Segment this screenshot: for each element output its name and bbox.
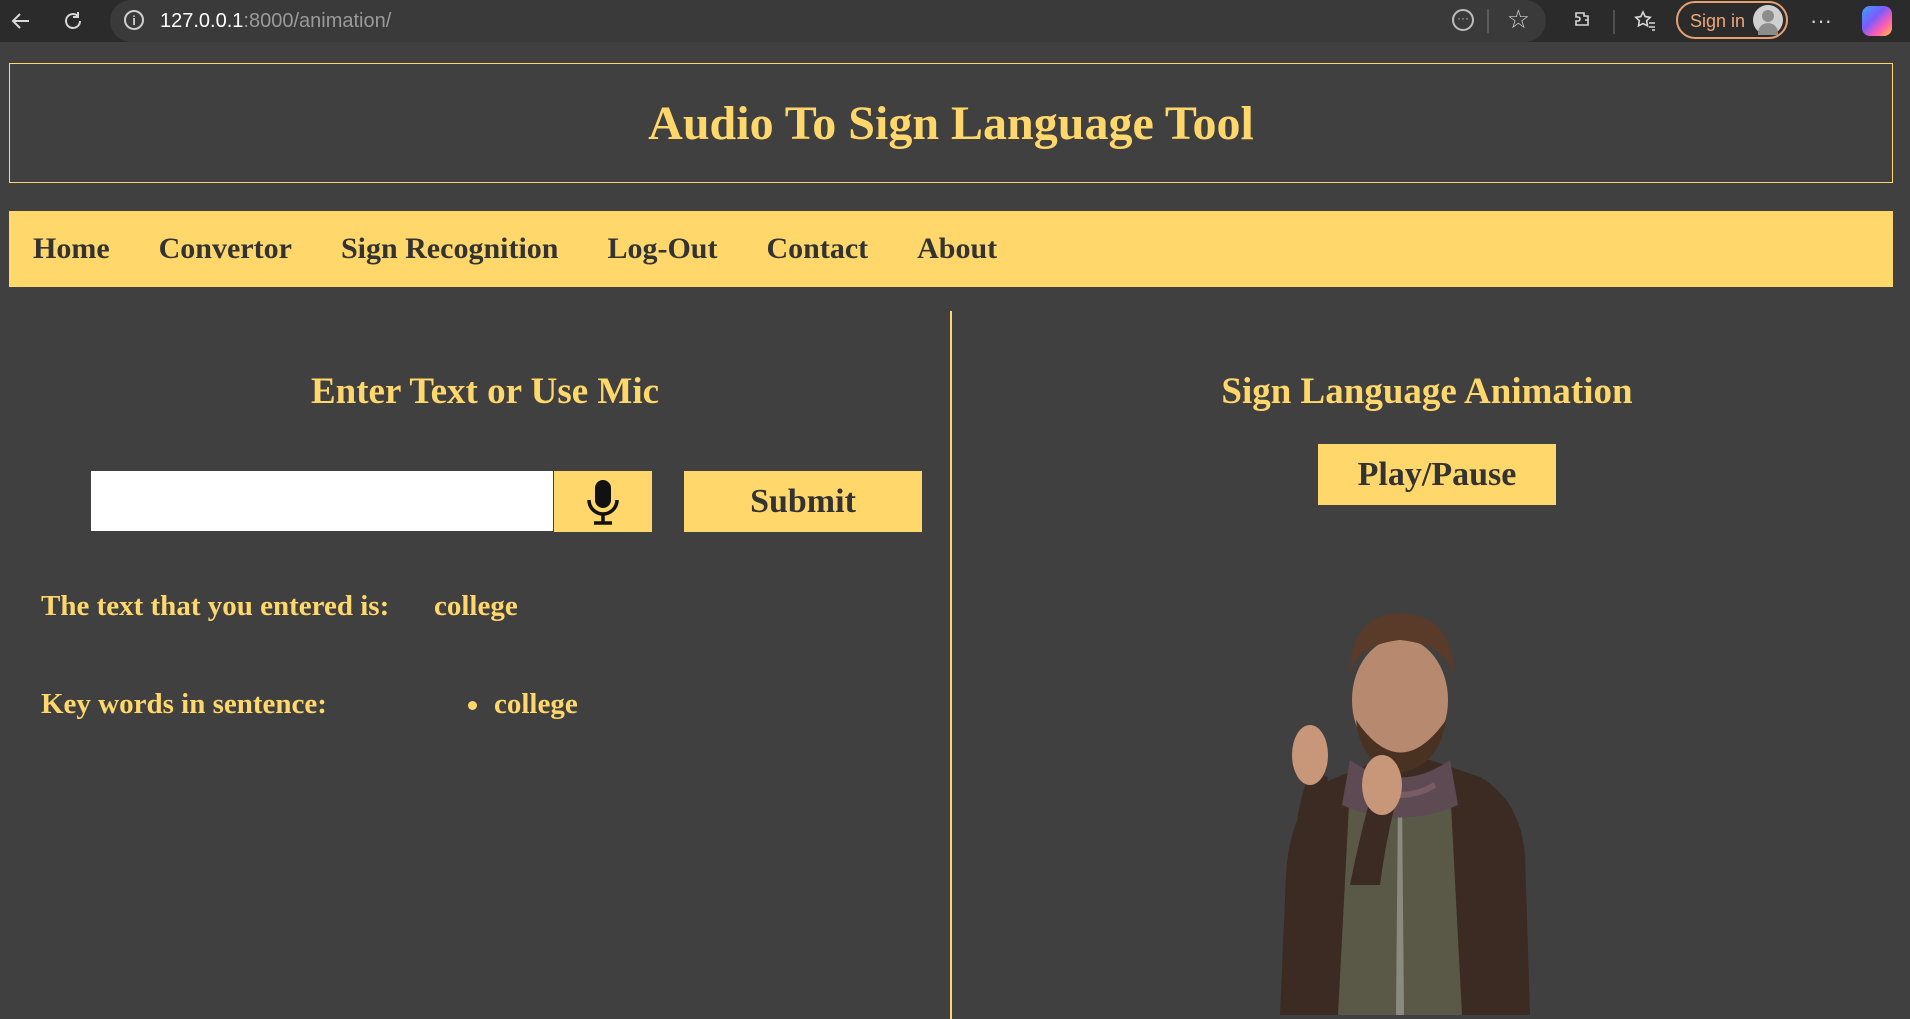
profile-avatar-icon <box>1753 5 1783 35</box>
nav-home[interactable]: Home <box>33 232 110 266</box>
column-divider <box>950 311 952 1019</box>
back-icon[interactable] <box>6 6 36 36</box>
entered-text-label: The text that you entered is: <box>41 590 390 622</box>
browser-toolbar: i 127.0.0.1:8000/animation/ ··· ☆ Sign i… <box>0 0 1910 42</box>
extensions-icon[interactable] <box>1569 6 1599 36</box>
mic-button[interactable] <box>554 471 652 532</box>
address-separator <box>1487 9 1489 33</box>
nav-contact[interactable]: Contact <box>766 232 868 266</box>
nav-convertor[interactable]: Convertor <box>159 232 292 266</box>
favorites-icon[interactable] <box>1630 6 1660 36</box>
nav-sign-recognition[interactable]: Sign Recognition <box>341 232 559 266</box>
site-info-icon[interactable]: i <box>124 10 144 30</box>
toolbar-separator <box>1613 10 1615 34</box>
play-pause-button[interactable]: Play/Pause <box>1318 444 1556 505</box>
keywords-label: Key words in sentence: <box>41 688 327 720</box>
sign-in-button[interactable]: Sign in <box>1676 1 1788 39</box>
sign-in-label: Sign in <box>1690 11 1746 31</box>
keywords-list: college <box>466 688 578 721</box>
submit-button[interactable]: Submit <box>684 471 922 532</box>
header-banner: Audio To Sign Language Tool <box>9 63 1893 183</box>
page-title: Audio To Sign Language Tool <box>648 96 1254 150</box>
keyword-item: college <box>466 688 578 721</box>
copilot-icon[interactable] <box>1862 6 1892 36</box>
address-bar[interactable]: i 127.0.0.1:8000/animation/ ··· ☆ <box>110 0 1546 42</box>
input-section-title: Enter Text or Use Mic <box>310 371 660 412</box>
favorite-star-icon[interactable]: ☆ <box>1507 4 1530 35</box>
more-menu-icon[interactable]: ··· <box>1806 6 1836 36</box>
sign-animation-video[interactable] <box>1200 555 1600 1015</box>
microphone-icon <box>587 479 619 525</box>
reload-icon[interactable] <box>58 6 88 36</box>
animation-section-title: Sign Language Animation <box>1221 371 1633 412</box>
nav-log-out[interactable]: Log-Out <box>607 232 717 266</box>
more-tools-icon[interactable]: ··· <box>1452 9 1474 31</box>
url-text[interactable]: 127.0.0.1:8000/animation/ <box>160 10 391 33</box>
text-input[interactable] <box>91 471 553 531</box>
entered-text-value: college <box>434 590 518 622</box>
main-nav: Home Convertor Sign Recognition Log-Out … <box>9 211 1893 287</box>
nav-about[interactable]: About <box>917 232 997 266</box>
